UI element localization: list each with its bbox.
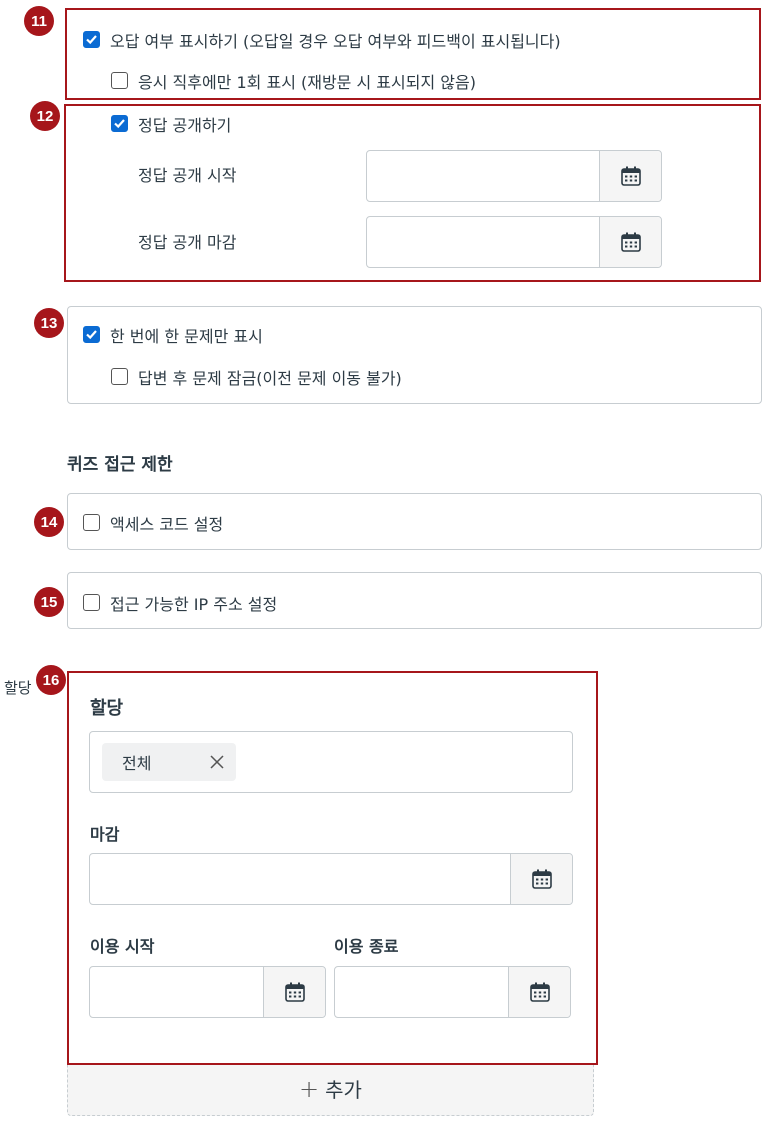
assignee-tag: 전체 — [102, 743, 236, 781]
reveal-answers-label: 정답 공개하기 — [138, 116, 232, 135]
show-once-label: 응시 직후에만 1회 표시 (재방문 시 표시되지 않음) — [138, 73, 476, 92]
calendar-icon — [620, 166, 641, 186]
reveal-start-calendar-button[interactable] — [599, 151, 661, 201]
available-until-calendar-button[interactable] — [508, 967, 570, 1017]
due-date-calendar-button[interactable] — [510, 854, 572, 904]
reveal-answers-checkbox[interactable] — [111, 115, 128, 132]
lock-after-answer-label: 답변 후 문제 잠금(이전 문제 이동 불가) — [138, 369, 402, 388]
due-date-field[interactable] — [89, 853, 573, 905]
show-once-checkbox[interactable] — [111, 72, 128, 89]
calendar-icon — [531, 869, 552, 889]
step-badge-12: 12 — [30, 101, 60, 131]
access-restriction-heading: 퀴즈 접근 제한 — [67, 455, 173, 475]
reveal-end-input[interactable] — [367, 217, 599, 267]
ip-restriction-checkbox[interactable] — [83, 594, 100, 611]
assignee-tag-label: 전체 — [122, 754, 152, 773]
due-date-input[interactable] — [90, 854, 510, 904]
reveal-end-calendar-button[interactable] — [599, 217, 661, 267]
access-code-checkbox[interactable] — [83, 514, 100, 531]
check-icon — [86, 330, 97, 340]
reveal-start-field[interactable] — [366, 150, 662, 202]
available-from-label: 이용 시작 — [90, 937, 155, 956]
remove-tag-button[interactable] — [210, 755, 224, 769]
show-incorrect-label: 오답 여부 표시하기 (오답일 경우 오답 여부와 피드백이 표시됩니다) — [110, 32, 561, 51]
step-badge-14: 14 — [34, 507, 64, 537]
access-code-label: 액세스 코드 설정 — [110, 515, 224, 534]
available-until-input[interactable] — [335, 967, 508, 1017]
reveal-end-field[interactable] — [366, 216, 662, 268]
calendar-icon — [284, 982, 305, 1002]
assign-side-label: 할당 — [4, 679, 32, 697]
calendar-icon — [620, 232, 641, 252]
add-assignment-button[interactable]: + 추가 — [67, 1062, 594, 1116]
add-glyph: + — [299, 1074, 320, 1103]
check-icon — [86, 35, 97, 45]
available-from-field[interactable] — [89, 966, 326, 1018]
calendar-icon — [529, 982, 550, 1002]
reveal-start-label: 정답 공개 시작 — [138, 166, 237, 185]
step-badge-16: 16 — [36, 665, 66, 695]
add-label: 추가 — [325, 1078, 362, 1102]
ip-restriction-label: 접근 가능한 IP 주소 설정 — [110, 595, 278, 614]
one-question-label: 한 번에 한 문제만 표시 — [110, 327, 263, 346]
section-13-panel — [67, 306, 762, 404]
show-incorrect-checkbox[interactable] — [83, 31, 100, 48]
available-from-calendar-button[interactable] — [263, 967, 325, 1017]
reveal-end-label: 정답 공개 마감 — [138, 233, 237, 252]
available-until-label: 이용 종료 — [334, 937, 399, 956]
available-from-input[interactable] — [90, 967, 263, 1017]
due-label: 마감 — [90, 825, 120, 844]
lock-after-answer-checkbox[interactable] — [111, 368, 128, 385]
reveal-start-input[interactable] — [367, 151, 599, 201]
step-badge-11: 11 — [24, 6, 54, 36]
check-icon — [114, 119, 125, 129]
available-until-field[interactable] — [334, 966, 571, 1018]
one-question-checkbox[interactable] — [83, 326, 100, 343]
step-badge-15: 15 — [34, 587, 64, 617]
step-badge-13: 13 — [34, 308, 64, 338]
close-icon — [210, 755, 224, 769]
assign-heading: 할당 — [90, 698, 124, 719]
